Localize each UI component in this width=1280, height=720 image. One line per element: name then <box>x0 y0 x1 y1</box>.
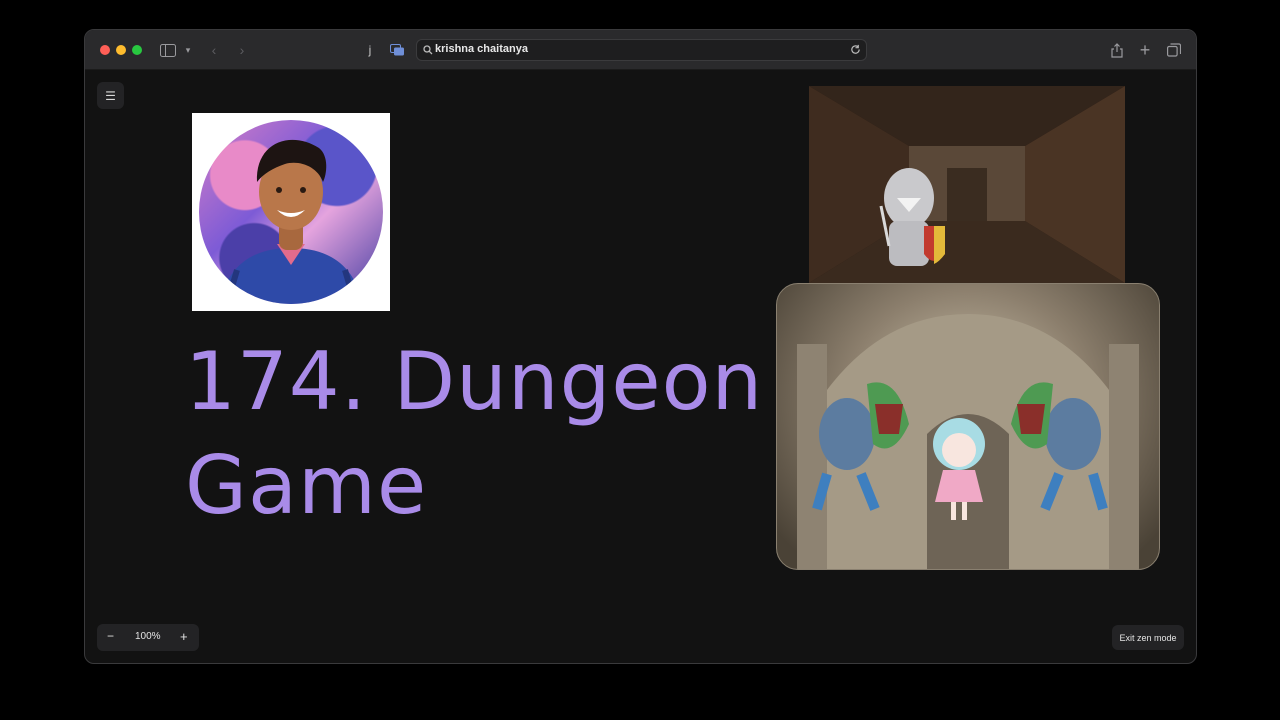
address-text: krishna chaitanya <box>435 43 528 55</box>
zoom-out-button[interactable]: − <box>107 629 114 643</box>
menu-button[interactable]: ☰ <box>97 82 124 109</box>
title-line-1: 174. Dungeon <box>185 335 764 428</box>
tab-grid-icon[interactable] <box>1166 40 1182 60</box>
tab-overview-icon[interactable] <box>389 40 405 60</box>
search-icon <box>423 45 433 55</box>
chevron-down-icon[interactable]: ▾ <box>183 40 193 60</box>
maximize-window-button[interactable] <box>132 45 142 55</box>
exit-zen-mode-button[interactable]: Exit zen mode <box>1112 625 1184 650</box>
close-window-button[interactable] <box>100 45 110 55</box>
zoom-control: − 100% + <box>97 624 199 651</box>
title-line-2: Game <box>185 439 428 532</box>
sidebar-toggle-icon[interactable] <box>159 40 177 60</box>
tab-label[interactable]: j <box>365 40 375 60</box>
dungeon-corridor-image <box>809 86 1125 283</box>
browser-toolbar: ▾ ‹ › j krishna chaitanya + <box>85 30 1196 70</box>
address-bar[interactable]: krishna chaitanya <box>416 39 867 61</box>
new-tab-icon[interactable]: + <box>1137 40 1153 60</box>
avatar-illustration <box>199 120 383 304</box>
back-icon[interactable]: ‹ <box>207 40 221 60</box>
monster-scene-image <box>776 283 1160 570</box>
minimize-window-button[interactable] <box>116 45 126 55</box>
reload-icon[interactable] <box>850 44 861 55</box>
page-title: 174. Dungeon Game <box>185 330 785 538</box>
zoom-level[interactable]: 100% <box>135 631 161 642</box>
zoom-in-button[interactable]: + <box>180 629 188 644</box>
share-icon[interactable] <box>1109 40 1125 60</box>
hamburger-icon: ☰ <box>105 88 116 103</box>
avatar <box>192 113 390 311</box>
browser-window: ▾ ‹ › j krishna chaitanya + ☰ 174. Dunge… <box>84 29 1197 664</box>
forward-icon[interactable]: › <box>235 40 249 60</box>
